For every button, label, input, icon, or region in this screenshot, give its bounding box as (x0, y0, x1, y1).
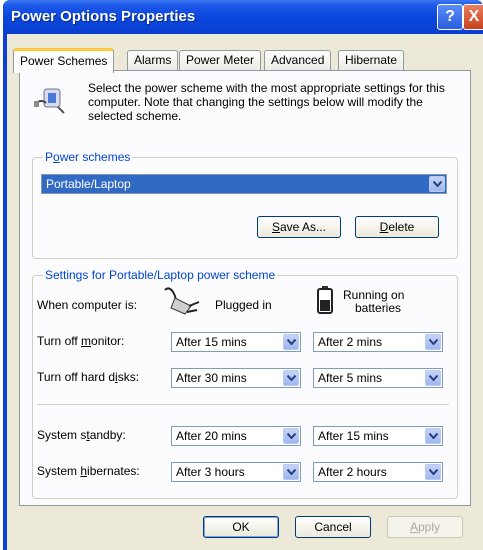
chevron-down-icon (429, 176, 445, 192)
close-button[interactable]: X (463, 4, 483, 30)
tab-strip: Power Schemes Alarms Power Meter Advance… (7, 48, 483, 73)
cancel-button[interactable]: Cancel (295, 516, 371, 538)
chevron-down-icon (425, 428, 441, 444)
hibernate-battery-select[interactable]: After 2 hours (313, 462, 443, 482)
tab-label: Alarms (134, 53, 172, 67)
battery-icon (317, 286, 333, 314)
settings-legend: Settings for Portable/Laptop power schem… (43, 268, 278, 282)
tab-advanced[interactable]: Advanced (264, 50, 332, 70)
tab-hibernate[interactable]: Hibernate (338, 50, 405, 70)
power-schemes-panel: Select the power scheme with the most ap… (19, 70, 471, 506)
monitor-plugged-value: After 15 mins (176, 335, 247, 349)
disks-plugged-value: After 30 mins (176, 371, 247, 385)
disks-battery-value: After 5 mins (318, 371, 383, 385)
tab-label: Power Meter (186, 53, 255, 67)
tab-label: Power Schemes (20, 54, 108, 68)
standby-plugged-select[interactable]: After 20 mins (171, 426, 301, 446)
disks-plugged-select[interactable]: After 30 mins (171, 368, 301, 388)
close-icon: X (468, 8, 480, 25)
when-computer-is-label: When computer is: (37, 298, 138, 312)
power-scheme-select[interactable]: Portable/Laptop (41, 174, 447, 194)
chevron-down-icon (283, 428, 299, 444)
chevron-down-icon (425, 334, 441, 350)
standby-plugged-value: After 20 mins (176, 429, 247, 443)
plug-icon (164, 287, 200, 315)
intro-text: Select the power scheme with the most ap… (88, 81, 445, 123)
divider (37, 404, 449, 405)
disks-battery-select[interactable]: After 5 mins (313, 368, 443, 388)
dialog-button-bar: OK Cancel Apply (7, 504, 483, 550)
chevron-down-icon (283, 464, 299, 480)
chevron-down-icon (425, 370, 441, 386)
power-schemes-group: Power schemes Portable/Laptop Save As...… (32, 150, 458, 259)
settings-group: Settings for Portable/Laptop power schem… (32, 268, 458, 499)
apply-button[interactable]: Apply (387, 516, 463, 538)
ok-button[interactable]: OK (203, 516, 279, 538)
power-schemes-legend: Power schemes (43, 150, 133, 164)
hibernate-battery-value: After 2 hours (318, 465, 387, 479)
standby-battery-select[interactable]: After 15 mins (313, 426, 443, 446)
system-hibernates-label: System hibernates: (37, 464, 140, 478)
power-scheme-value: Portable/Laptop (46, 177, 131, 191)
monitor-battery-value: After 2 mins (318, 335, 383, 349)
dialog-body: Power Schemes Alarms Power Meter Advance… (7, 34, 483, 550)
tab-power-meter[interactable]: Power Meter (179, 50, 262, 70)
tab-label: Advanced (271, 53, 325, 67)
help-button[interactable]: ? (437, 4, 463, 30)
title-bar[interactable]: Power Options Properties ? X (3, 0, 483, 34)
tab-label: Hibernate (345, 53, 398, 67)
delete-button[interactable]: Delete (355, 216, 439, 238)
plugged-in-label: Plugged in (215, 298, 272, 312)
tab-alarms[interactable]: Alarms (127, 50, 179, 70)
hibernate-plugged-value: After 3 hours (176, 465, 245, 479)
turn-off-monitor-label: Turn off monitor: (37, 334, 125, 348)
help-icon: ? (445, 8, 455, 25)
batteries-label: batteries (355, 301, 402, 315)
power-options-window: Power Options Properties ? X Power Schem… (3, 0, 483, 550)
monitor-battery-select[interactable]: After 2 mins (313, 332, 443, 352)
hibernate-plugged-select[interactable]: After 3 hours (171, 462, 301, 482)
turn-off-hard-disks-label: Turn off hard disks: (37, 370, 140, 384)
power-plug-icon (34, 88, 65, 114)
save-as-button[interactable]: Save As... (257, 216, 341, 238)
standby-battery-value: After 15 mins (318, 429, 389, 443)
tab-power-schemes[interactable]: Power Schemes (13, 48, 115, 73)
monitor-plugged-select[interactable]: After 15 mins (171, 332, 301, 352)
window-title: Power Options Properties (11, 8, 196, 25)
chevron-down-icon (283, 370, 299, 386)
running-on-label: Running on (343, 288, 405, 302)
system-standby-label: System standby: (37, 428, 126, 442)
chevron-down-icon (283, 334, 299, 350)
chevron-down-icon (425, 464, 441, 480)
